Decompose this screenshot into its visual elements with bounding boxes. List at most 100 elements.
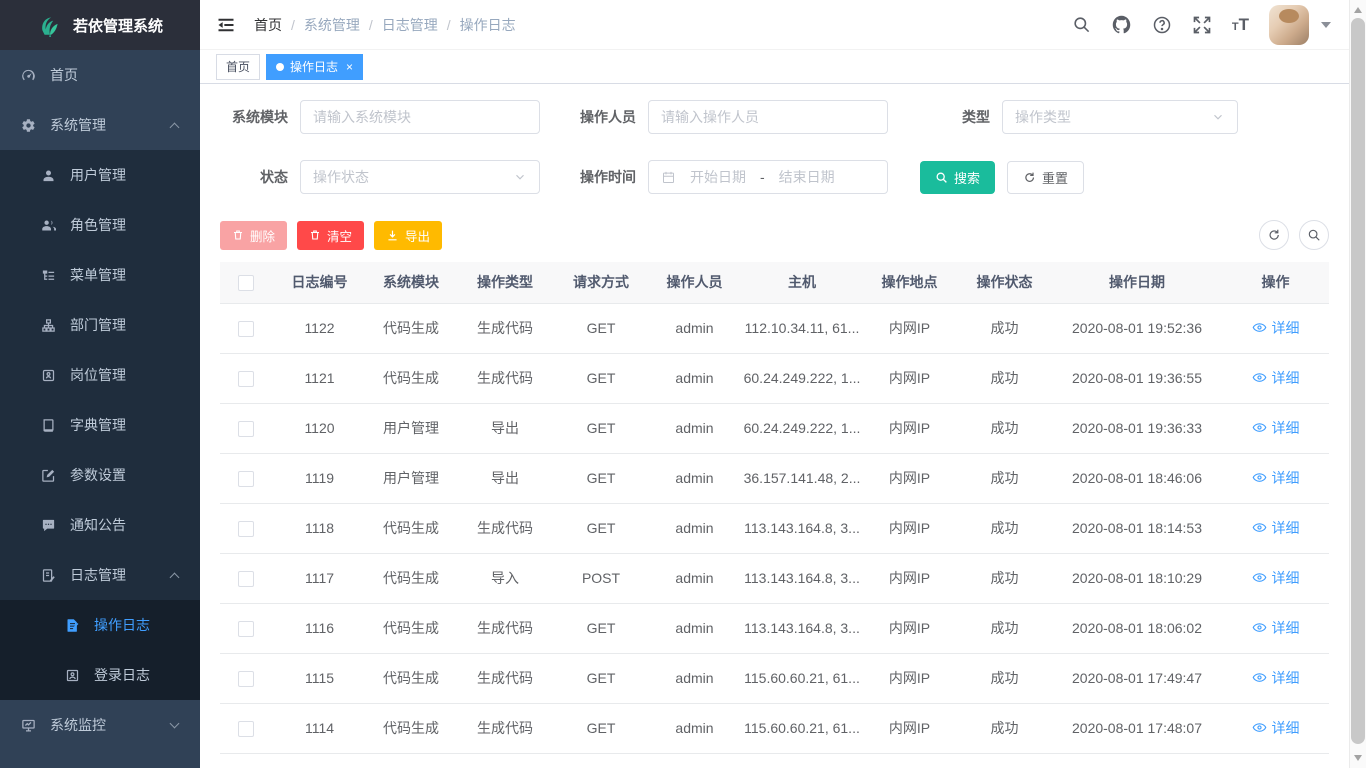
search-button[interactable]: 搜索 xyxy=(920,161,995,194)
search-icon[interactable] xyxy=(1072,15,1091,34)
main-area: 首页 / 系统管理 / 日志管理 / 操作日志 xyxy=(200,0,1349,768)
detail-link[interactable]: 详细 xyxy=(1252,568,1300,588)
sidebar-item-user-mgmt[interactable]: 用户管理 xyxy=(0,150,200,200)
sidebar-item-home[interactable]: 首页 xyxy=(0,50,200,100)
sidebar-item-system-monitor[interactable]: 系统监控 xyxy=(0,700,200,750)
cell-module: 代码生成 xyxy=(367,653,455,703)
sidebar-item-dict-mgmt[interactable]: 字典管理 xyxy=(0,400,200,450)
table-row: 1118 代码生成 生成代码 GET admin 113.143.164.8, … xyxy=(220,503,1329,553)
scroll-up-icon[interactable] xyxy=(1354,7,1362,13)
refresh-table-button[interactable] xyxy=(1259,220,1289,250)
cell-location: 内网IP xyxy=(862,453,957,503)
detail-link[interactable]: 详细 xyxy=(1252,418,1300,438)
app-window: 若依管理系统 首页 系统管理 用户管理 xyxy=(0,0,1366,768)
detail-link[interactable]: 详细 xyxy=(1252,468,1300,488)
refresh-icon xyxy=(1267,228,1281,242)
user-icon xyxy=(40,167,56,183)
sidebar-item-notice[interactable]: 通知公告 xyxy=(0,500,200,550)
row-checkbox[interactable] xyxy=(238,371,254,387)
help-icon[interactable] xyxy=(1152,15,1172,35)
sidebar-toggle-icon[interactable] xyxy=(216,15,236,35)
tab-close-icon[interactable]: × xyxy=(346,60,353,74)
calendar-icon xyxy=(661,170,676,185)
org-tree-icon xyxy=(40,317,56,333)
row-checkbox[interactable] xyxy=(238,471,254,487)
select-all-checkbox[interactable] xyxy=(238,275,254,291)
cell-status: 成功 xyxy=(957,403,1052,453)
login-log-icon xyxy=(64,667,80,683)
clear-button[interactable]: 清空 xyxy=(297,221,364,250)
status-select[interactable]: 操作状态 xyxy=(300,160,540,194)
cell-status: 成功 xyxy=(957,703,1052,753)
topbar-actions: TT xyxy=(1072,5,1331,45)
avatar[interactable] xyxy=(1269,5,1309,45)
cell-host: 112.10.34.11, 61... xyxy=(742,303,862,353)
row-checkbox[interactable] xyxy=(238,521,254,537)
cell-date: 2020-08-01 18:46:06 xyxy=(1052,453,1222,503)
export-button[interactable]: 导出 xyxy=(374,221,442,250)
row-checkbox[interactable] xyxy=(238,621,254,637)
date-range-picker[interactable]: 开始日期 - 结束日期 xyxy=(648,160,888,194)
sidebar-item-operation-log[interactable]: 操作日志 xyxy=(0,600,200,650)
row-checkbox[interactable] xyxy=(238,421,254,437)
row-checkbox[interactable] xyxy=(238,321,254,337)
scrollbar-thumb[interactable] xyxy=(1351,18,1365,744)
app-title: 若依管理系统 xyxy=(73,15,163,36)
cell-operator: admin xyxy=(647,353,742,403)
cell-location: 内网IP xyxy=(862,653,957,703)
detail-link[interactable]: 详细 xyxy=(1252,368,1300,388)
detail-link[interactable]: 详细 xyxy=(1252,718,1300,738)
cell-method: GET xyxy=(555,653,647,703)
search-icon xyxy=(935,171,948,184)
cell-location: 内网IP xyxy=(862,553,957,603)
sidebar-item-role-mgmt[interactable]: 角色管理 xyxy=(0,200,200,250)
reset-button[interactable]: 重置 xyxy=(1007,161,1084,194)
page-scrollbar[interactable] xyxy=(1349,0,1366,768)
sidebar-item-system-mgmt[interactable]: 系统管理 xyxy=(0,100,200,150)
module-input[interactable] xyxy=(300,100,540,134)
detail-link[interactable]: 详细 xyxy=(1252,668,1300,688)
book-icon xyxy=(40,417,56,433)
chevron-down-icon xyxy=(513,170,527,184)
sidebar-item-menu-mgmt[interactable]: 菜单管理 xyxy=(0,250,200,300)
badge-icon xyxy=(40,367,56,383)
fullscreen-icon[interactable] xyxy=(1192,15,1212,35)
sidebar-item-log-mgmt[interactable]: 日志管理 xyxy=(0,550,200,600)
tab-home[interactable]: 首页 xyxy=(216,54,260,80)
toggle-search-button[interactable] xyxy=(1299,220,1329,250)
trash-icon xyxy=(309,229,321,241)
sidebar-item-param-settings[interactable]: 参数设置 xyxy=(0,450,200,500)
col-operator: 操作人员 xyxy=(647,262,742,303)
trash-icon xyxy=(232,229,244,241)
delete-button[interactable]: 删除 xyxy=(220,221,287,250)
breadcrumb-system-mgmt: 系统管理 xyxy=(304,15,360,35)
github-icon[interactable] xyxy=(1111,14,1132,35)
row-checkbox[interactable] xyxy=(238,671,254,687)
cell-status: 成功 xyxy=(957,553,1052,603)
operator-input[interactable] xyxy=(648,100,888,134)
cell-module: 代码生成 xyxy=(367,703,455,753)
col-module: 系统模块 xyxy=(367,262,455,303)
scroll-down-icon[interactable] xyxy=(1354,755,1362,761)
sidebar-item-login-log[interactable]: 登录日志 xyxy=(0,650,200,700)
tab-operation-log[interactable]: 操作日志 × xyxy=(266,54,363,80)
cell-type: 生成代码 xyxy=(455,603,555,653)
cell-date: 2020-08-01 17:49:47 xyxy=(1052,653,1222,703)
detail-link[interactable]: 详细 xyxy=(1252,318,1300,338)
breadcrumb-home[interactable]: 首页 xyxy=(254,15,282,35)
cell-log-id: 1120 xyxy=(272,403,367,453)
cell-operator: admin xyxy=(647,603,742,653)
type-select[interactable]: 操作类型 xyxy=(1002,100,1238,134)
cell-operator: admin xyxy=(647,503,742,553)
status-label: 状态 xyxy=(220,167,288,187)
font-size-icon[interactable]: TT xyxy=(1232,16,1249,33)
sidebar-item-dept-mgmt[interactable]: 部门管理 xyxy=(0,300,200,350)
caret-down-icon[interactable] xyxy=(1321,22,1331,28)
row-checkbox[interactable] xyxy=(238,571,254,587)
sidebar-item-post-mgmt[interactable]: 岗位管理 xyxy=(0,350,200,400)
chevron-down-icon xyxy=(1211,110,1225,124)
row-checkbox[interactable] xyxy=(238,721,254,737)
cell-method: GET xyxy=(555,453,647,503)
detail-link[interactable]: 详细 xyxy=(1252,518,1300,538)
detail-link[interactable]: 详细 xyxy=(1252,618,1300,638)
